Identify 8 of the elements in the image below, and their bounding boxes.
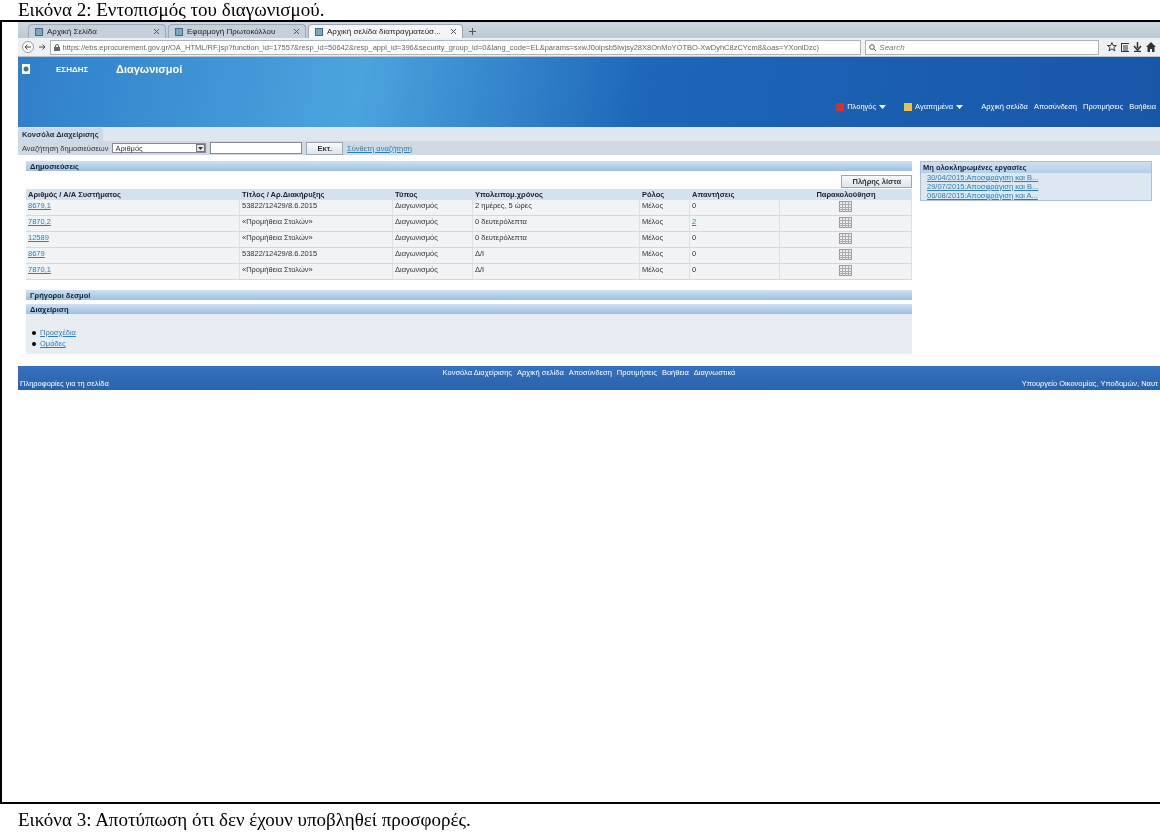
browser-tab[interactable]: Αρχική σελίδα διαπραγματεύσ... (308, 24, 463, 38)
figure-caption: Εικόνα 2: Εντοπισμός του διαγωνισμού. (17, 0, 326, 20)
figure-caption: Εικόνα 3: Αποτύπωση ότι δεν έχουν υποβληθεί προσφορές. (17, 808, 472, 832)
browser-tab[interactable]: Αρχική Σελίδα (28, 24, 166, 38)
browser-tab[interactable]: Εφαρμογή Πρωτοκόλλου (168, 24, 306, 38)
brand-label: ΕΣΗΔΗΣ (55, 64, 90, 74)
search-field[interactable]: Search (865, 39, 1099, 55)
app-title: Διαγωνισμοί (116, 63, 183, 75)
